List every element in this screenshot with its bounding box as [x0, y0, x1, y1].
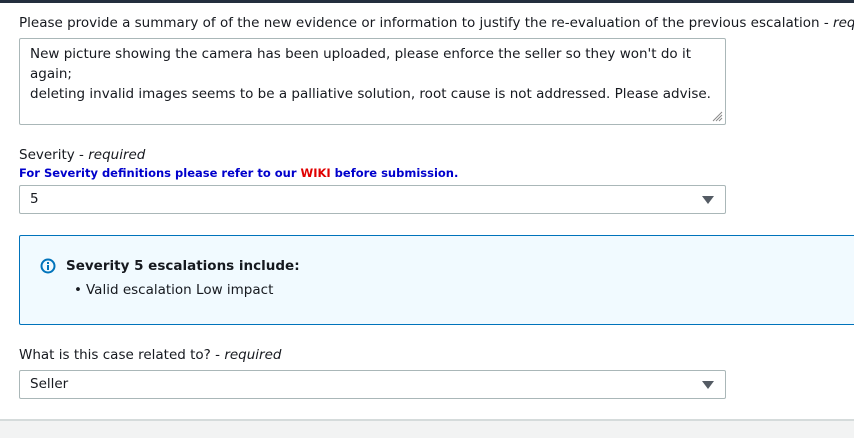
summary-label-text: Please provide a summary of of the new e… — [19, 15, 834, 31]
severity-label: Severity - required — [19, 146, 145, 164]
required-marker: required — [88, 147, 146, 163]
summary-textarea[interactable]: New picture showing the camera has been … — [19, 38, 726, 125]
severity-info-alert: Severity 5 escalations include: Valid es… — [19, 235, 854, 325]
summary-label: Please provide a summary of of the new e… — [19, 14, 854, 32]
info-title: Severity 5 escalations include: — [66, 258, 300, 274]
case-selected-value: Seller — [30, 376, 69, 392]
list-item: Valid escalation Low impact — [66, 281, 273, 299]
caret-down-icon — [702, 381, 714, 389]
severity-select[interactable]: 5 — [19, 185, 726, 214]
case-related-label: What is this case related to? - required — [19, 346, 281, 364]
caret-down-icon — [702, 196, 714, 204]
wiki-link[interactable]: WIKI — [301, 166, 331, 180]
info-icon — [40, 258, 56, 274]
summary-text: New picture showing the camera has been … — [30, 46, 711, 102]
severity-hint-suffix: before submission. — [330, 166, 459, 180]
severity-hint: For Severity definitions please refer to… — [19, 165, 458, 181]
severity-hint-text: For Severity definitions please refer to… — [19, 166, 301, 180]
severity-label-text: Severity - — [19, 147, 89, 163]
required-marker: required — [224, 347, 282, 363]
resize-grip-icon[interactable] — [711, 110, 723, 122]
severity-selected-value: 5 — [30, 191, 39, 207]
info-list: Valid escalation Low impact — [66, 281, 273, 299]
footer-bar — [0, 421, 854, 438]
top-bar — [0, 0, 854, 3]
case-label-text: What is this case related to? - — [19, 347, 225, 363]
case-related-select[interactable]: Seller — [19, 370, 726, 399]
required-marker: required — [833, 15, 854, 31]
